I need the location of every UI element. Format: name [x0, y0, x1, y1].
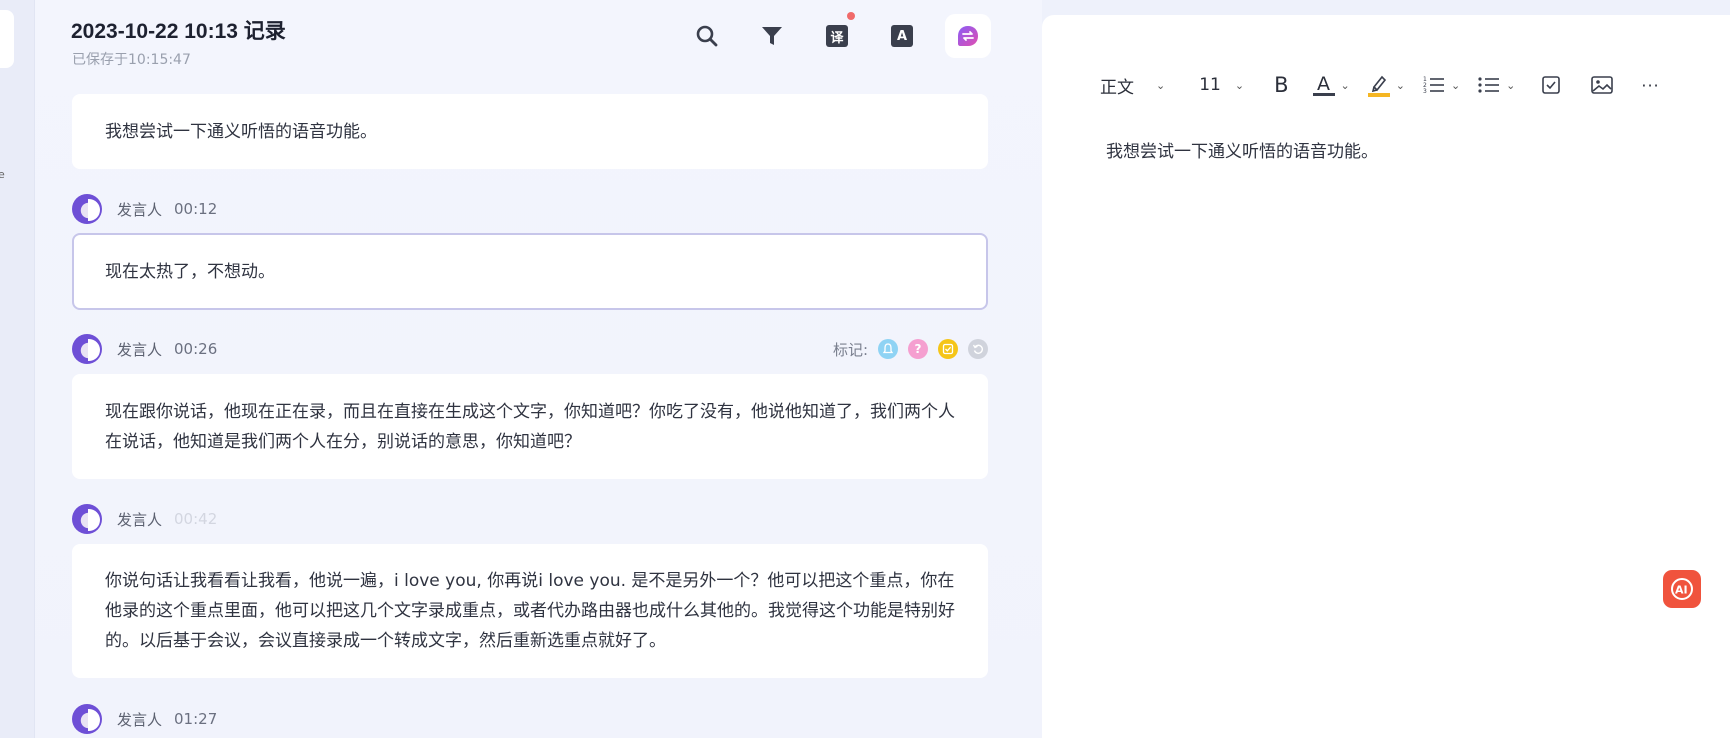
more-icon: ···: [1641, 75, 1660, 95]
chevron-down-icon: ⌄: [1506, 78, 1516, 92]
timestamp[interactable]: 00:26: [174, 340, 217, 358]
switch-view-button[interactable]: [945, 14, 991, 58]
speaker-avatar[interactable]: [72, 334, 102, 364]
mark-bell-icon[interactable]: [878, 339, 898, 359]
speaker-name[interactable]: 发言人: [117, 709, 162, 730]
page-title: 2023-10-22 10:13 记录: [71, 20, 286, 43]
checkbox-icon: [1542, 76, 1561, 94]
timestamp[interactable]: 00:12: [174, 200, 217, 218]
transcript-text: 现在跟你说话，他现在正在录，而且在直接在生成这个文字，你知道吧？你吃了没有，他说…: [105, 401, 955, 452]
chevron-down-icon: ⌄: [1395, 78, 1405, 92]
font-size-select[interactable]: 11 ⌄: [1199, 75, 1244, 95]
search-icon: [696, 25, 718, 47]
sidebar-stub[interactable]: [0, 10, 14, 68]
more-button[interactable]: ···: [1641, 76, 1659, 95]
transcript-text: 我想尝试一下通义听悟的语音功能。: [105, 121, 377, 142]
timestamp[interactable]: 00:42: [174, 510, 217, 528]
highlight-button[interactable]: ⌄: [1367, 73, 1405, 97]
ordered-list-button[interactable]: 1 2 3 ⌄: [1423, 75, 1460, 95]
sidebar-cut-text: e: [0, 168, 5, 181]
ai-icon: AI: [1671, 578, 1693, 600]
filter-icon: [762, 27, 782, 45]
editor-toolbar: 正文 ⌄ 11 ⌄ B A ⌄ ⌄ 1 2 3 ⌄ ⌄ ···: [1100, 67, 1660, 103]
speaker-avatar[interactable]: [72, 194, 102, 224]
ordered-list-icon: 1 2 3: [1423, 76, 1444, 95]
speaker-name[interactable]: 发言人: [117, 199, 162, 220]
transcript-text: 你说句话让我看看让我看，他说一遍，i love you, 你再说i love y…: [105, 571, 955, 651]
mark-toolbar: 标记: ?: [833, 339, 988, 360]
saved-status: 已保存于10:15:47: [72, 52, 191, 68]
speaker-row: 发言人 01:27: [72, 703, 988, 735]
image-icon: [1591, 76, 1614, 94]
search-button[interactable]: [685, 14, 729, 58]
dictionary-button[interactable]: A: [880, 14, 924, 58]
mark-question-icon[interactable]: ?: [908, 339, 928, 359]
speaker-avatar[interactable]: [72, 504, 102, 534]
transcript-card[interactable]: 现在跟你说话，他现在正在录，而且在直接在生成这个文字，你知道吧？你吃了没有，他说…: [72, 374, 988, 479]
speaker-name[interactable]: 发言人: [117, 509, 162, 530]
text-color-icon: A: [1312, 74, 1335, 96]
left-sidebar-strip: e: [0, 0, 35, 738]
chevron-down-icon: ⌄: [1156, 78, 1166, 92]
speaker-row: 发言人 00:26 标记: ?: [72, 333, 988, 365]
transcript-card[interactable]: 你说句话让我看看让我看，他说一遍，i love you, 你再说i love y…: [72, 544, 988, 678]
bullet-list-icon: [1478, 77, 1500, 93]
font-size-value: 11: [1199, 75, 1221, 95]
mark-check-icon[interactable]: [938, 339, 958, 359]
highlighter-icon: [1367, 75, 1390, 97]
ai-assistant-button[interactable]: AI: [1663, 570, 1701, 608]
transcript-card[interactable]: 我想尝试一下通义听悟的语音功能。: [72, 94, 988, 169]
notes-editor-panel: 正文 ⌄ 11 ⌄ B A ⌄ ⌄ 1 2 3 ⌄ ⌄ ··· 我想尝试一下通义…: [1042, 15, 1730, 738]
filter-button[interactable]: [750, 14, 794, 58]
translate-button[interactable]: 译: [815, 12, 859, 58]
notification-dot: [847, 12, 855, 20]
timestamp[interactable]: 01:27: [174, 710, 217, 728]
bullet-list-button[interactable]: ⌄: [1478, 75, 1515, 95]
speaker-row: 发言人 00:42: [72, 503, 988, 535]
editor-body-text[interactable]: 我想尝试一下通义听悟的语音功能。: [1106, 137, 1378, 162]
paragraph-style-value: 正文: [1100, 77, 1134, 98]
bold-icon: B: [1274, 73, 1289, 97]
assistant-avatar-icon: [958, 26, 978, 46]
image-button[interactable]: [1591, 75, 1614, 95]
transcript-text: 现在太热了，不想动。: [105, 261, 275, 282]
speaker-avatar[interactable]: [72, 704, 102, 734]
transcript-toolbar: 译 A: [685, 12, 991, 58]
chevron-down-icon: ⌄: [1340, 78, 1350, 92]
bold-button[interactable]: B: [1274, 73, 1288, 97]
checkbox-button[interactable]: [1541, 75, 1561, 95]
mark-undo-icon[interactable]: [968, 339, 988, 359]
marks-label: 标记:: [832, 340, 868, 359]
speaker-name[interactable]: 发言人: [117, 339, 162, 360]
translate-icon: 译: [826, 25, 848, 47]
chevron-down-icon: ⌄: [1450, 78, 1461, 92]
paragraph-style-select[interactable]: 正文 ⌄: [1100, 73, 1165, 98]
chevron-down-icon: ⌄: [1234, 78, 1245, 92]
svg-text:3: 3: [1423, 88, 1427, 95]
transcript-panel: 2023-10-22 10:13 记录 已保存于10:15:47 译 A 我想尝…: [35, 0, 1042, 738]
transcript-card-selected[interactable]: 现在太热了，不想动。: [72, 233, 988, 310]
dictionary-icon: A: [891, 25, 913, 47]
text-color-button[interactable]: A ⌄: [1312, 74, 1350, 96]
speaker-row: 发言人 00:12: [72, 193, 988, 225]
svg-text:AI: AI: [1675, 584, 1688, 597]
